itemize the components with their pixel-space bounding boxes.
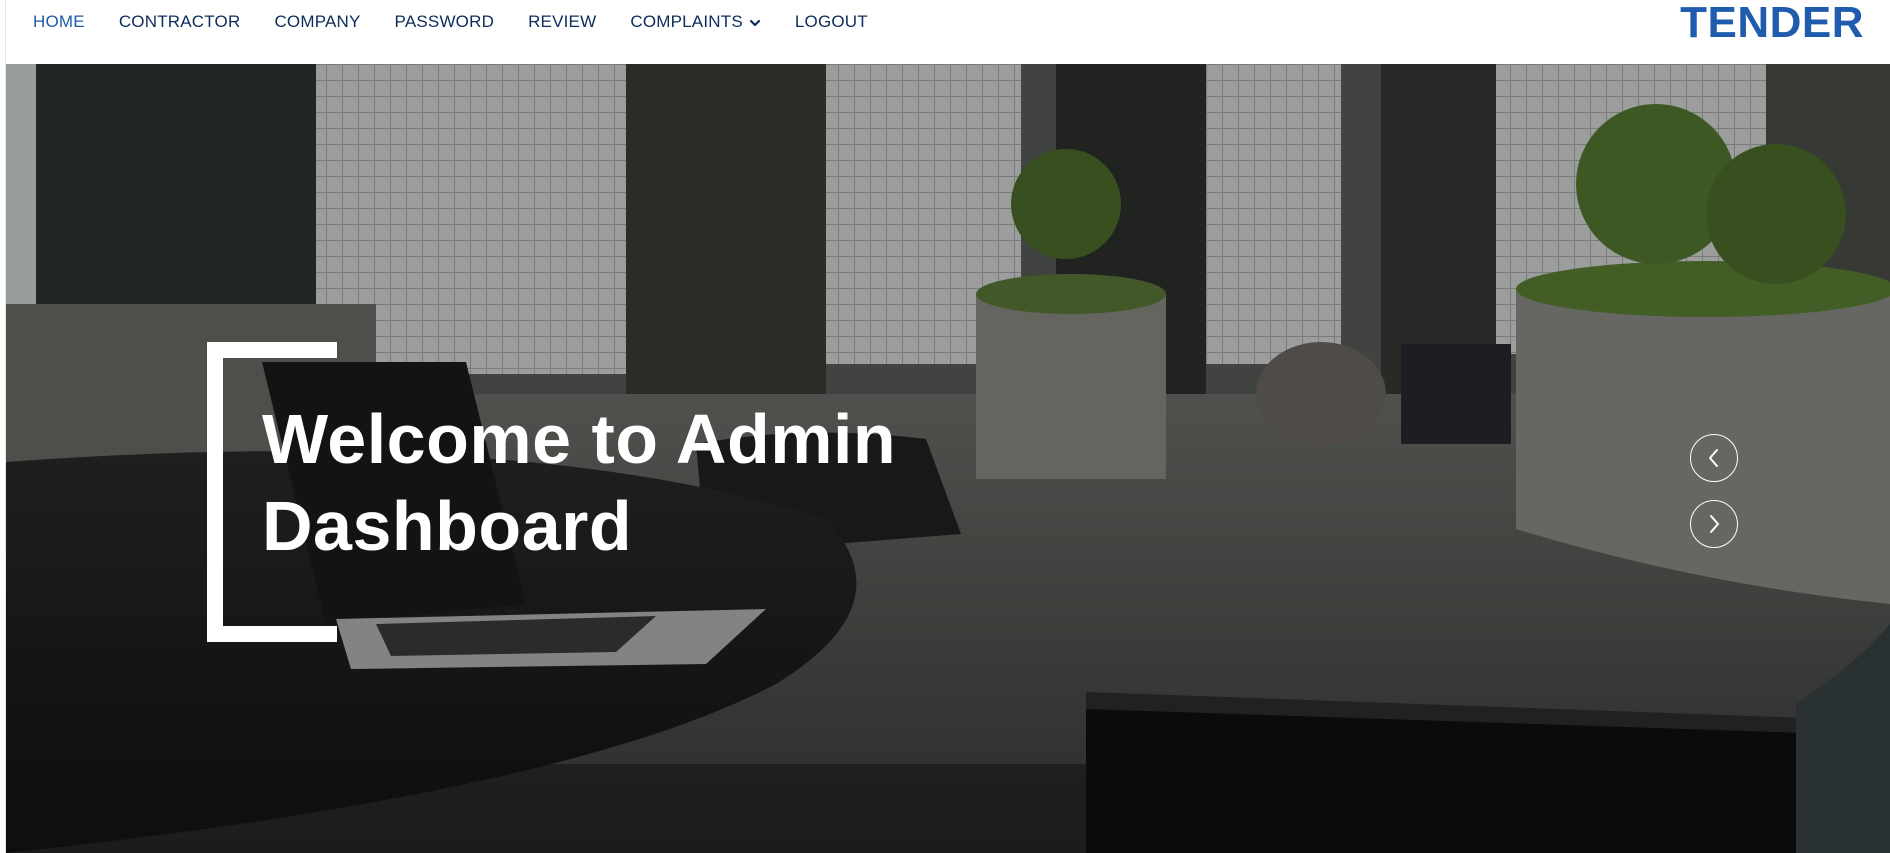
page: HOME CONTRACTOR COMPANY PASSWORD REVIEW …: [0, 0, 1890, 853]
nav-contractor[interactable]: CONTRACTOR: [119, 12, 241, 32]
nav-password[interactable]: PASSWORD: [395, 12, 495, 32]
nav-logout[interactable]: LOGOUT: [795, 12, 868, 32]
nav-logout-label: LOGOUT: [794, 12, 868, 31]
page-left-border: [0, 0, 6, 853]
hero-carousel: Welcome to Admin Dashboard: [6, 64, 1890, 853]
chevron-down-icon: [749, 19, 760, 27]
chevron-right-icon: [1710, 515, 1719, 533]
nav-company[interactable]: COMPANY: [274, 12, 360, 32]
hero-title-line2: Dashboard: [262, 487, 633, 565]
nav-contractor-label: CONTRACTOR: [118, 12, 241, 31]
nav-home-label: HOME: [33, 12, 85, 31]
brand-logo[interactable]: TENDER: [1680, 0, 1864, 47]
hero-title-line1: Welcome to Admin: [262, 400, 897, 478]
nav-review[interactable]: REVIEW: [528, 12, 596, 32]
nav-home[interactable]: HOME: [33, 12, 85, 32]
main-nav: HOME CONTRACTOR COMPANY PASSWORD REVIEW …: [33, 0, 902, 44]
nav-complaints-dropdown[interactable]: COMPLAINTS: [630, 12, 761, 32]
chevron-left-icon: [1709, 449, 1718, 467]
carousel-next-button[interactable]: [1690, 500, 1738, 548]
nav-password-label: PASSWORD: [394, 12, 495, 31]
hero-title: Welcome to Admin Dashboard: [262, 396, 962, 570]
carousel-prev-button[interactable]: [1690, 434, 1738, 482]
top-navbar: HOME CONTRACTOR COMPANY PASSWORD REVIEW …: [0, 0, 1890, 64]
nav-review-label: REVIEW: [528, 12, 597, 31]
nav-complaints-label: COMPLAINTS: [630, 12, 743, 31]
nav-company-label: COMPANY: [274, 12, 361, 31]
